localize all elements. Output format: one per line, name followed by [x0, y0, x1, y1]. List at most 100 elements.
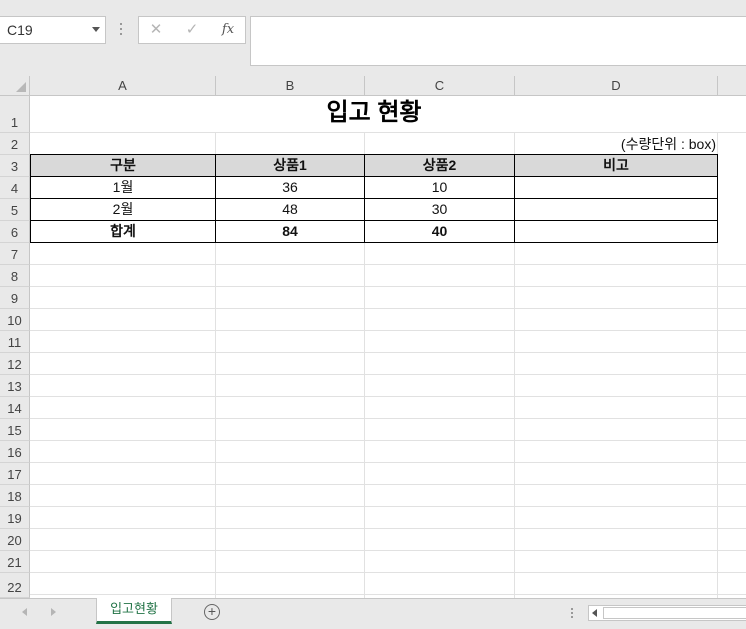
row-number: 12: [7, 357, 22, 372]
row-header[interactable]: 21: [0, 551, 30, 573]
gridline: [30, 352, 746, 353]
enter-check-icon[interactable]: ✓: [179, 20, 205, 40]
scroll-left-icon[interactable]: [592, 609, 597, 617]
row-header[interactable]: 13: [0, 375, 30, 397]
gridline: [30, 264, 746, 265]
row-header[interactable]: 17: [0, 463, 30, 485]
row-header[interactable]: 15: [0, 419, 30, 441]
row-number: 7: [10, 247, 19, 262]
row-header[interactable]: 9: [0, 287, 30, 309]
name-box[interactable]: C19: [0, 16, 106, 44]
insert-function-icon[interactable]: fx: [215, 20, 241, 40]
row-number: 21: [7, 555, 22, 570]
sheet-title[interactable]: 입고 현황: [30, 96, 718, 132]
select-all-button[interactable]: [0, 76, 30, 96]
table-header-cell[interactable]: 상품1: [216, 155, 364, 176]
row-header[interactable]: 1: [0, 96, 30, 133]
select-all-triangle-icon: [16, 82, 26, 92]
table-total-cell[interactable]: 40: [365, 221, 514, 242]
row-number: 18: [7, 489, 22, 504]
formula-buttons: ✕ ✓ fx: [138, 16, 246, 44]
row-number: 22: [7, 580, 22, 595]
formula-input[interactable]: [250, 16, 746, 66]
row-number: 6: [10, 225, 19, 240]
row-number: 1: [10, 115, 19, 130]
gridline: [30, 308, 746, 309]
name-box-value: C19: [7, 22, 33, 38]
table-header-cell[interactable]: 비고: [515, 155, 717, 176]
splitter-handle-icon[interactable]: [570, 606, 574, 620]
table-cell[interactable]: [515, 177, 717, 198]
row-number: 19: [7, 511, 22, 526]
chevron-down-icon[interactable]: [92, 27, 100, 32]
table-cell[interactable]: 48: [216, 199, 364, 220]
row-number: 16: [7, 445, 22, 460]
table-header-cell[interactable]: 구분: [31, 155, 215, 176]
gridline: [30, 286, 746, 287]
column-header-c[interactable]: C: [365, 76, 515, 96]
gridline: [30, 396, 746, 397]
horizontal-scrollbar[interactable]: [588, 605, 746, 621]
row-number: 13: [7, 379, 22, 394]
column-header-b[interactable]: B: [216, 76, 365, 96]
row-header[interactable]: 14: [0, 397, 30, 419]
row-header[interactable]: 19: [0, 507, 30, 529]
table-cell[interactable]: 36: [216, 177, 364, 198]
add-sheet-icon[interactable]: +: [204, 604, 220, 620]
column-header-a[interactable]: A: [30, 76, 216, 96]
row-header[interactable]: 4: [0, 177, 30, 199]
row-header[interactable]: 3: [0, 155, 30, 177]
row-header[interactable]: 8: [0, 265, 30, 287]
sheet-tab-active[interactable]: 입고현황: [96, 598, 172, 624]
row-header[interactable]: 7: [0, 243, 30, 265]
table-cell[interactable]: 1월: [31, 177, 215, 198]
row-header[interactable]: 16: [0, 441, 30, 463]
row-number: 15: [7, 423, 22, 438]
row-header[interactable]: 2: [0, 133, 30, 155]
drag-handle-icon[interactable]: [118, 20, 124, 38]
unit-note[interactable]: (수량단위 : box): [516, 134, 716, 154]
column-header-e[interactable]: [718, 76, 746, 96]
sheet-tab-bar: 입고현황 +: [0, 598, 746, 629]
gridline: [30, 550, 746, 551]
gridline: [30, 506, 746, 507]
gridline: [30, 594, 746, 595]
gridline: [30, 374, 746, 375]
table-total-cell[interactable]: [515, 221, 717, 242]
row-header[interactable]: 18: [0, 485, 30, 507]
formula-bar-area: C19 ✕ ✓ fx: [0, 0, 746, 76]
table-cell[interactable]: 30: [365, 199, 514, 220]
gridline: [30, 440, 746, 441]
scroll-tabs-left-icon[interactable]: [22, 608, 27, 616]
row-header[interactable]: 6: [0, 221, 30, 243]
row-header[interactable]: 11: [0, 331, 30, 353]
row-number: 8: [10, 269, 19, 284]
table-total-cell[interactable]: 84: [216, 221, 364, 242]
row-header[interactable]: 10: [0, 309, 30, 331]
table-cell[interactable]: 2월: [31, 199, 215, 220]
row-header[interactable]: 5: [0, 199, 30, 221]
gridline: [30, 572, 746, 573]
row-number: 11: [7, 335, 22, 350]
gridline: [30, 462, 746, 463]
table-total-cell[interactable]: 합계: [31, 221, 215, 242]
table-cell[interactable]: [515, 199, 717, 220]
scrollbar-thumb[interactable]: [603, 607, 746, 619]
gridline: [30, 132, 746, 133]
table-cell[interactable]: 10: [365, 177, 514, 198]
row-header[interactable]: 12: [0, 353, 30, 375]
row-number: 3: [10, 159, 19, 174]
column-header-d[interactable]: D: [515, 76, 718, 96]
row-number: 17: [7, 467, 22, 482]
scroll-tabs-right-icon[interactable]: [51, 608, 56, 616]
row-number: 4: [10, 181, 19, 196]
row-number: 9: [10, 291, 19, 306]
gridline: [30, 330, 746, 331]
gridline: [30, 484, 746, 485]
row-number: 20: [7, 533, 22, 548]
table-header-cell[interactable]: 상품2: [365, 155, 514, 176]
cancel-icon[interactable]: ✕: [143, 20, 169, 40]
row-number: 5: [10, 203, 19, 218]
row-header[interactable]: 22: [0, 573, 30, 598]
row-header[interactable]: 20: [0, 529, 30, 551]
